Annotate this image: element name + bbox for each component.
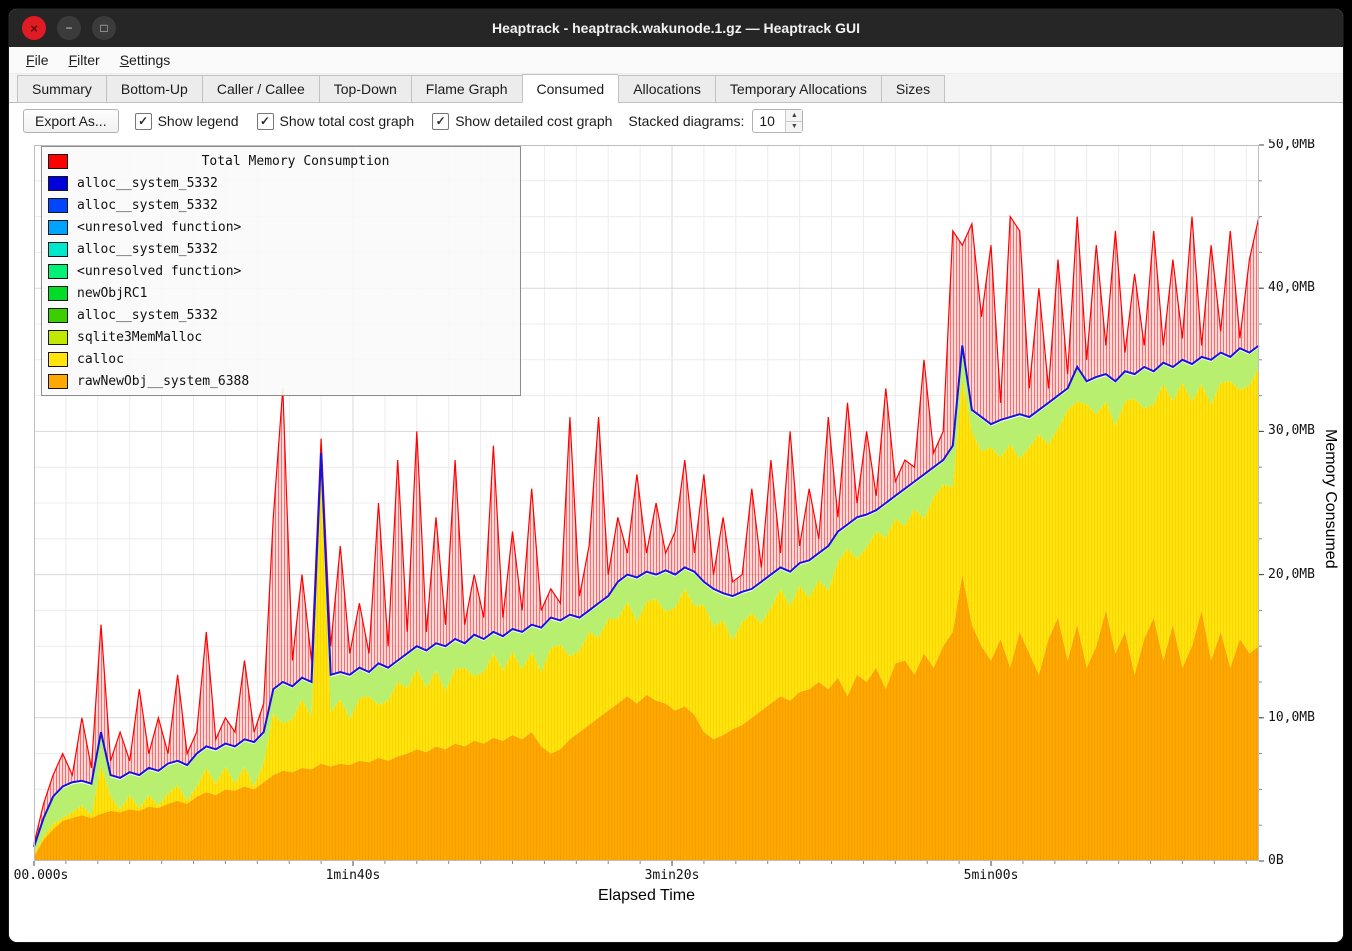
legend-label: alloc__system_5332	[77, 198, 218, 213]
legend-label: sqlite3MemMalloc	[77, 330, 202, 345]
x-tick-label: 3min20s	[642, 868, 702, 883]
legend-item: alloc__system_5332	[48, 304, 514, 326]
window-title: Heaptrack - heaptrack.wakunode.1.gz — He…	[9, 20, 1343, 36]
legend-title-row: Total Memory Consumption	[48, 150, 514, 172]
y-tick-label: 40,0MB	[1268, 280, 1315, 295]
tab-top-down[interactable]: Top-Down	[319, 75, 411, 103]
stacked-diagrams-spinner[interactable]: 10 ▲ ▼	[752, 109, 803, 133]
tab-summary[interactable]: Summary	[17, 75, 106, 103]
toolbar-checkboxes: ✓ Show legend ✓ Show total cost graph ✓ Show …	[135, 113, 613, 130]
legend-label: <unresolved function>	[77, 264, 241, 279]
x-tick-label: 1min40s	[323, 868, 383, 883]
legend-label: alloc__system_5332	[77, 242, 218, 257]
legend-item: alloc__system_5332	[48, 172, 514, 194]
checkmark-icon[interactable]: ✓	[432, 113, 449, 130]
y-tick-label: 10,0MB	[1268, 710, 1315, 725]
spinner-down-icon[interactable]: ▼	[786, 122, 802, 133]
legend-label: <unresolved function>	[77, 220, 241, 235]
stacked-diagrams-label: Stacked diagrams:	[628, 113, 744, 129]
y-tick-label: 50,0MB	[1268, 139, 1315, 152]
x-axis-title: Elapsed Time	[34, 887, 1259, 905]
legend-item: calloc	[48, 348, 514, 370]
heaptrack-window: × − □ Heaptrack - heaptrack.wakunode.1.g…	[8, 8, 1344, 943]
menu-settings[interactable]: Settings	[111, 50, 180, 70]
legend-swatch	[48, 242, 68, 257]
legend-item: rawNewObj__system_6388	[48, 370, 514, 392]
close-icon[interactable]: ×	[22, 16, 46, 40]
checkbox-show-detailed-cost-graph[interactable]: ✓ Show detailed cost graph	[432, 113, 612, 130]
spinner-up-icon[interactable]: ▲	[786, 110, 802, 122]
checkmark-icon[interactable]: ✓	[257, 113, 274, 130]
legend-label: alloc__system_5332	[77, 308, 218, 323]
tab-bar: SummaryBottom-UpCaller / CalleeTop-DownF…	[9, 74, 1343, 103]
y-tick-label: 20,0MB	[1268, 567, 1315, 582]
legend-swatch	[48, 308, 68, 323]
tab-flame-graph[interactable]: Flame Graph	[411, 75, 522, 103]
checkmark-icon[interactable]: ✓	[135, 113, 152, 130]
legend-swatch	[48, 264, 68, 279]
spinner-buttons: ▲ ▼	[785, 110, 802, 132]
toolbar: Export As... ✓ Show legend ✓ Show total cos…	[9, 103, 1343, 139]
legend-swatch	[48, 352, 68, 367]
tab-temporary-allocations[interactable]: Temporary Allocations	[715, 75, 881, 103]
legend-label: alloc__system_5332	[77, 176, 218, 191]
titlebar[interactable]: × − □ Heaptrack - heaptrack.wakunode.1.g…	[9, 9, 1343, 47]
chart-panel: 0B 10,0MB 20,0MB 30,0MB 40,0MB 50,0MB 00.000s…	[9, 139, 1343, 942]
checkbox-label: Show detailed cost graph	[455, 113, 612, 129]
tab-sizes[interactable]: Sizes	[881, 75, 945, 103]
menu-filter[interactable]: Filter	[60, 50, 109, 70]
tab-allocations[interactable]: Allocations	[618, 75, 715, 103]
legend-item: newObjRC1	[48, 282, 514, 304]
checkbox-show-total-cost-graph[interactable]: ✓ Show total cost graph	[257, 113, 415, 130]
tab-bottom-up[interactable]: Bottom-Up	[106, 75, 202, 103]
x-tick-label: 00.000s	[11, 868, 71, 883]
legend-swatch	[48, 176, 68, 191]
x-tick-label: 5min00s	[961, 868, 1021, 883]
y-tick-label: 30,0MB	[1268, 423, 1315, 438]
legend-label: newObjRC1	[77, 286, 147, 301]
checkbox-label: Show legend	[158, 113, 239, 129]
legend-swatch	[48, 220, 68, 235]
legend-item: sqlite3MemMalloc	[48, 326, 514, 348]
minimize-icon[interactable]: −	[57, 16, 81, 40]
legend-item: alloc__system_5332	[48, 194, 514, 216]
legend-title: Total Memory Consumption	[77, 154, 514, 169]
chart-legend: Total Memory Consumption alloc__system_5…	[41, 146, 521, 396]
export-as-button[interactable]: Export As...	[23, 109, 119, 133]
legend-swatch	[48, 198, 68, 213]
legend-items: alloc__system_5332 alloc__system_5332 <unr…	[48, 172, 514, 392]
checkbox-label: Show total cost graph	[280, 113, 415, 129]
legend-item: alloc__system_5332	[48, 238, 514, 260]
window-controls: × − □	[9, 16, 116, 40]
legend-label: rawNewObj__system_6388	[77, 374, 249, 389]
menu-bar: File Filter Settings	[9, 47, 1343, 74]
legend-item: <unresolved function>	[48, 260, 514, 282]
legend-label: calloc	[77, 352, 124, 367]
y-axis-title: Memory Consumed	[1321, 429, 1339, 569]
y-tick-label: 0B	[1268, 853, 1284, 868]
legend-item: <unresolved function>	[48, 216, 514, 238]
legend-swatch-total	[48, 154, 68, 169]
tab-caller-callee[interactable]: Caller / Callee	[202, 75, 319, 103]
legend-swatch	[48, 330, 68, 345]
maximize-icon[interactable]: □	[92, 16, 116, 40]
menu-file[interactable]: File	[17, 50, 58, 70]
tab-consumed[interactable]: Consumed	[522, 74, 619, 103]
checkbox-show-legend[interactable]: ✓ Show legend	[135, 113, 239, 130]
legend-swatch	[48, 286, 68, 301]
legend-swatch	[48, 374, 68, 389]
stacked-diagrams-value[interactable]: 10	[753, 110, 785, 132]
